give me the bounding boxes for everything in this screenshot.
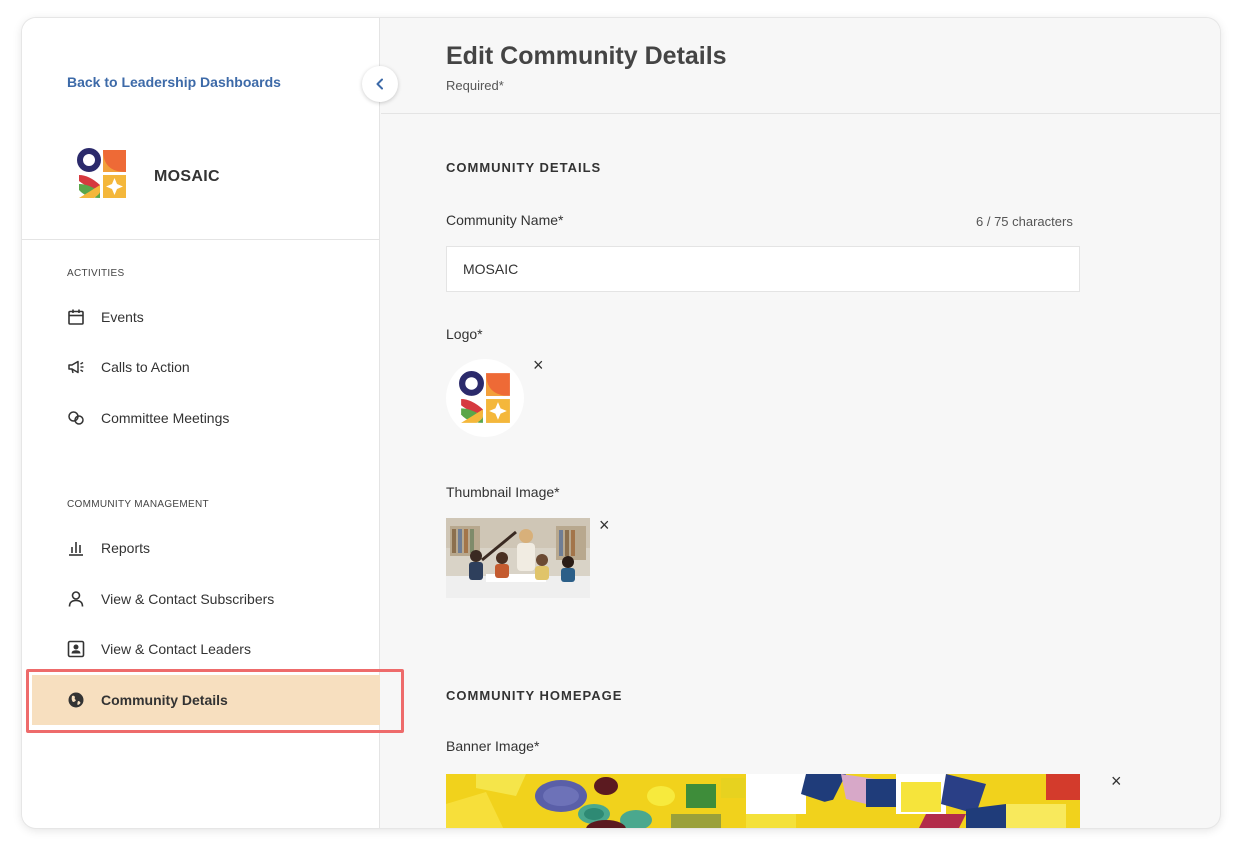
community-homepage-heading: COMMUNITY HOMEPAGE [446, 688, 623, 703]
sidebar-item-label: Events [101, 309, 144, 325]
sidebar-item-label: Community Details [101, 692, 228, 708]
chat-bubbles-icon [67, 409, 85, 427]
sidebar-item-label: View & Contact Subscribers [101, 591, 275, 607]
sidebar-item-subscribers[interactable]: View & Contact Subscribers [67, 590, 274, 608]
sidebar-item-reports[interactable]: Reports [67, 539, 150, 557]
globe-icon [67, 691, 85, 709]
section-label-community-management: COMMUNITY MANAGEMENT [67, 499, 209, 510]
mosaic-logo-icon [459, 371, 510, 423]
mosaic-logo-icon [77, 148, 126, 198]
remove-logo-button[interactable]: × [533, 356, 544, 374]
brand-name: MOSAIC [154, 168, 220, 185]
character-count: 6 / 75 characters [976, 214, 1073, 229]
sidebar-item-label: View & Contact Leaders [101, 641, 251, 657]
thumbnail-label: Thumbnail Image* [446, 484, 560, 500]
app-window: Back to Leadership Dashboards MOSAIC ACT… [22, 18, 1220, 828]
sidebar-divider [22, 239, 380, 240]
calendar-icon [67, 308, 85, 326]
sidebar: Back to Leadership Dashboards MOSAIC ACT… [22, 18, 380, 828]
logo-label: Logo* [446, 326, 483, 342]
bar-chart-icon [67, 539, 85, 557]
collapse-sidebar-button[interactable] [362, 66, 398, 102]
banner-label: Banner Image* [446, 738, 540, 754]
community-name-input[interactable] [446, 246, 1080, 292]
sidebar-item-committee-meetings[interactable]: Committee Meetings [67, 409, 229, 427]
sidebar-item-label: Reports [101, 540, 151, 556]
sidebar-item-leaders[interactable]: View & Contact Leaders [67, 640, 251, 658]
back-to-dashboards-link[interactable]: Back to Leadership Dashboards [67, 74, 281, 90]
page-title: Edit Community Details [446, 42, 727, 70]
community-details-heading: COMMUNITY DETAILS [446, 160, 602, 175]
logo-preview [446, 359, 524, 437]
section-label-activities: ACTIVITIES [67, 268, 125, 279]
page-header: Edit Community Details Required* [381, 18, 1220, 114]
person-icon [67, 590, 85, 608]
contact-card-icon [67, 640, 85, 658]
thumbnail-image [446, 518, 590, 598]
main-content: Edit Community Details Required* COMMUNI… [381, 18, 1220, 828]
sidebar-item-calls-to-action[interactable]: Calls to Action [67, 358, 190, 376]
remove-banner-button[interactable]: × [1111, 772, 1122, 790]
sidebar-item-events[interactable]: Events [67, 308, 144, 326]
sidebar-item-label: Calls to Action [101, 359, 190, 375]
brand-logo [76, 148, 128, 200]
megaphone-icon [67, 358, 85, 376]
chevron-left-icon [376, 78, 383, 90]
required-note: Required* [446, 78, 504, 93]
community-name-label: Community Name* [446, 212, 564, 228]
sidebar-item-label: Committee Meetings [101, 410, 230, 426]
banner-image [446, 774, 1080, 828]
sidebar-item-community-details[interactable]: Community Details [67, 691, 228, 709]
remove-thumbnail-button[interactable]: × [599, 516, 610, 534]
